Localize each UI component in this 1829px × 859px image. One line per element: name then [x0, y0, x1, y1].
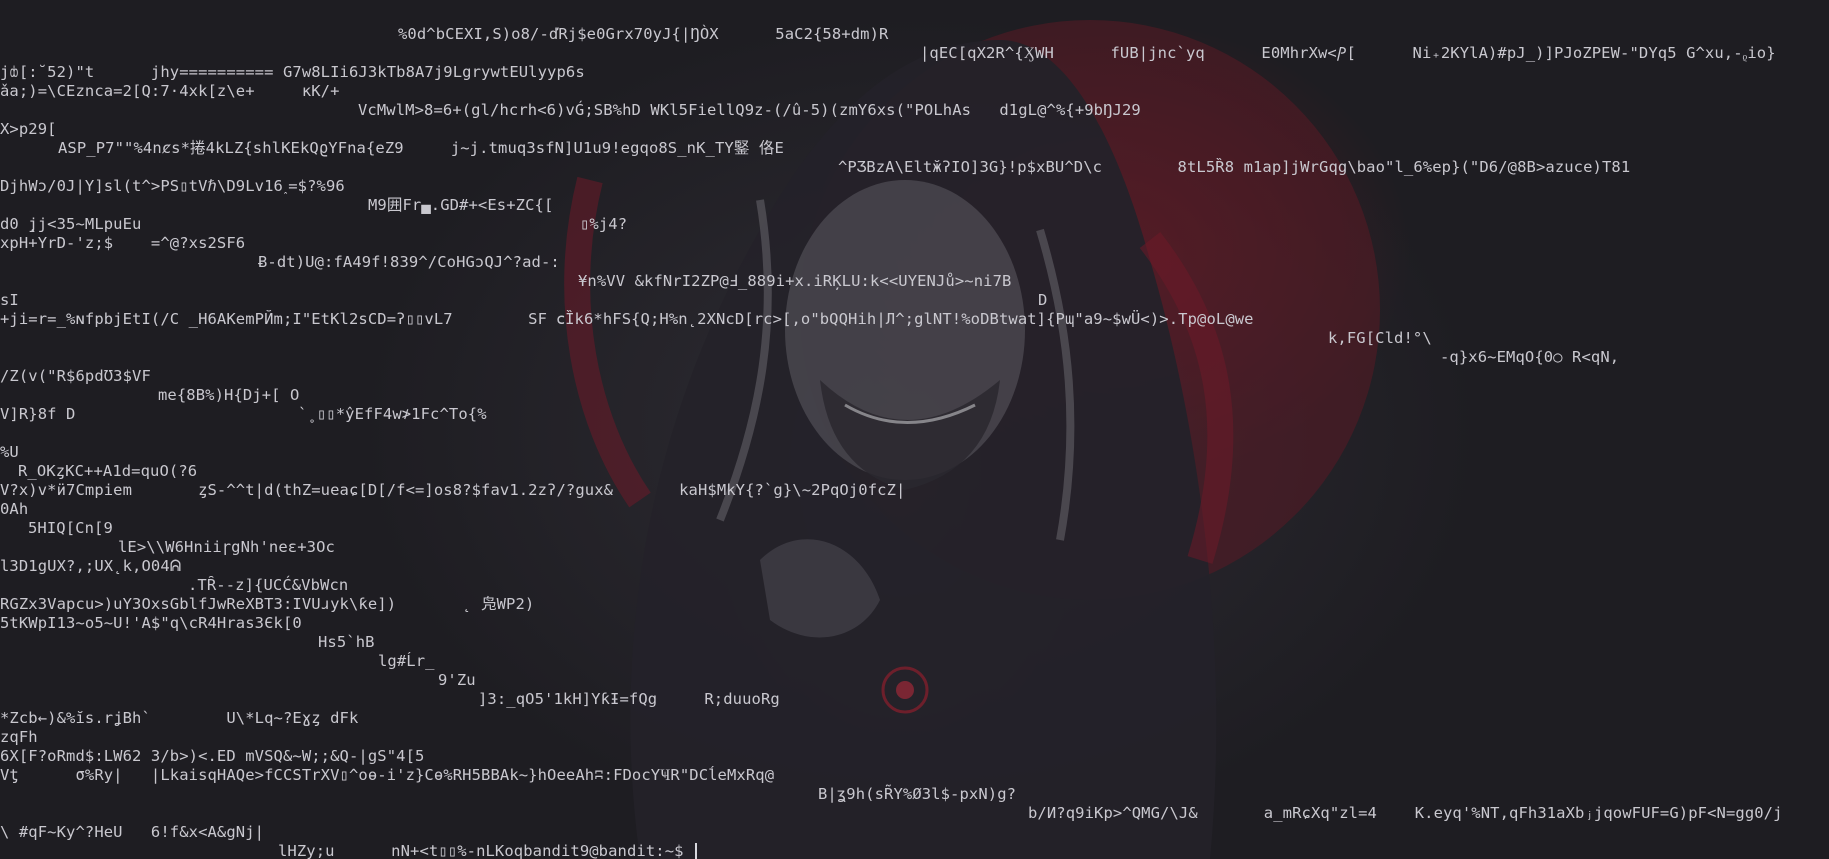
terminal-line: 0Ah: [0, 500, 29, 518]
terminal-line: xpH+YrD-'z;$ =^@?xs2SF6: [0, 234, 246, 252]
terminal-line: Hs5`hB: [318, 633, 375, 651]
terminal-line: ▯%j4?: [580, 215, 628, 233]
terminal-line: +ji=r=_%ɴfpbjEtI(/C _H6AKemРЙm;I"EtKl2sC…: [0, 310, 1254, 328]
terminal-line: k,FG[Cld!°\: [1328, 329, 1432, 347]
terminal-line: Vƫ σ%Ry| |LkaisqHAQe>fCCSTrXV▯^oɵ-i'z}Cɵ…: [0, 766, 775, 784]
terminal-line: l3D1gUX?,;UX˛k,O04ᕱ: [0, 557, 182, 575]
terminal-line: V?x)v*ӥ7Cmpiem ȥS-^^t|d(thZ=ueaɕ[D[/f<=]…: [0, 481, 906, 499]
terminal-line: .TȒ--z]{UCĆ&VbWcn: [188, 576, 349, 594]
terminal-line: Ƀ-dt)U@:fA49f!839^/CoHGɔQJ^?ad-:: [258, 253, 560, 271]
terminal-line: %U: [0, 443, 19, 461]
terminal-line: `˳▯▯*ŷEfF4w≯1Fc^To{%: [298, 405, 487, 423]
terminal-line: b/И?q9iKp>^QMG/\J& a_mRɕXq"zl=4 K.eyq'%N…: [1028, 804, 1783, 822]
terminal-line: d0 ̨jj<35~MLpuEu: [0, 215, 142, 233]
terminal-line: me{8B%)H{Dj+[ O: [158, 386, 300, 404]
terminal-line: V]R}8f D: [0, 405, 76, 423]
terminal-line: X>p29[: [0, 120, 57, 138]
terminal-line: RGZx3Vapcu>)uY3OxsGblfJwReXBT3:IVUɹyk\ƙe…: [0, 595, 535, 613]
text-cursor: [695, 843, 697, 859]
terminal-line: lE>\\W6HniiɼgNh'neɛ+3Oc: [118, 538, 335, 556]
terminal-line: |qEC[qX2R^{ӼWH fUB|jnc`yq E0MhrXw<Ⳏ[ Ni₊…: [920, 44, 1776, 62]
terminal-line: ^PƷBzA\EltӂʔIO]3G}!p$xBU^D\c 8tL5Ȑ8 m1ap…: [838, 158, 1631, 176]
terminal-line: DjhWɔ/0J|Y]sl(t^>PS▯tVℏ\D9Lv16˰=$?%96: [0, 177, 345, 195]
terminal-window[interactable]: %0d^bCEXI,S)o8/-ďRj$e0Grx70yJ{|ŊÒX 5aC2{…: [0, 0, 1829, 859]
terminal-line: sI: [0, 291, 19, 309]
terminal-line: B|ʓ9h(sR̃Y%Ø3l$-pxN)g?: [818, 785, 1017, 803]
terminal-line: lg#Ĺr_: [378, 652, 435, 670]
terminal-line: D: [1038, 291, 1048, 309]
terminal-line: /Z(v("R$6pdƱ3$VF: [0, 367, 151, 385]
terminal-line: ]3:_qO5'1kH]YƙƗ=fQg R;duuoRg: [478, 690, 780, 708]
terminal-prompt-line[interactable]: lHZy;u_ nN+<t▯▯%-nLKoqbandit9@bandit:~$: [278, 842, 697, 859]
terminal-line: 9'Zu: [438, 671, 476, 689]
terminal-line: \ #qF~Ky^?HeU 6!f&x<A&gNj|: [0, 823, 265, 841]
wallpaper-illustration: [564, 20, 1380, 859]
terminal-line: M9囲Fr▄.GD#+<Es+ZC{[: [368, 196, 554, 214]
terminal-line: *Zcb←)&%ĭs.rʝBh` U\*Lq~?Eɣȥ dFk: [0, 709, 359, 727]
terminal-line: 5HIQ[Cn[9: [28, 519, 113, 537]
terminal-line: R_OKȥKC++A1d=quO(?6: [18, 462, 198, 480]
terminal-line: ¥n%VV &kfNrI2ZP@Ⅎ_889i+x.iRĶLU:k<<UYENJů…: [578, 272, 1012, 290]
terminal-line: 6X[F?oRmd$:LW62 3/b>)<.ED mVSQ&~W;;&Q-|g…: [0, 747, 425, 765]
terminal-line: jȸ[:˘52)"t jhy========== G7w8LIi6J3kTb8A…: [0, 63, 585, 81]
terminal-line: -q}x6~EMqO{0○ R<qN,: [1440, 348, 1620, 366]
terminal-prompt: lHZy;u_ nN+<t▯▯%-nLKoqbandit9@bandit:~$: [278, 842, 693, 859]
terminal-line: zqFh: [0, 728, 38, 746]
terminal-line: ǎa;)=\CEznca=2[Q:7·4xk[z\e+ ĸK/+: [0, 82, 340, 100]
terminal-line: 5tKWpI13~o5~U!'A$"q\cR4Hras3Єk[0: [0, 614, 302, 632]
terminal-line: VcMwlM>8=6+(gl/hcrh<6)vǴ;SB%hD WKl5Fiell…: [358, 101, 1141, 119]
terminal-line: %0d^bCEXI,S)o8/-ďRj$e0Grx70yJ{|ŊÒX 5aC2{…: [398, 25, 889, 43]
terminal-line: ASP_P7""%4nȼs*捲4kLZ{shlKEkQϱYFna{eZ9 j~j…: [58, 139, 784, 157]
